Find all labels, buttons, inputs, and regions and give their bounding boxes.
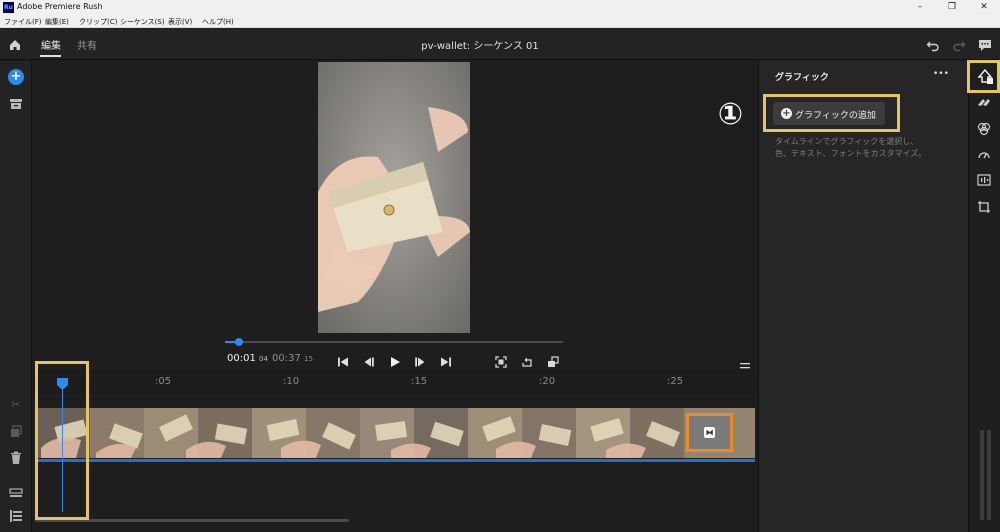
ruler-tick-5s: :05 [155,376,172,387]
ruler-tick-25s: :25 [667,376,684,387]
skip-to-start-icon[interactable] [337,353,349,367]
speed-icon[interactable] [976,148,992,164]
video-track-clip[interactable] [36,408,755,458]
duplicate-icon[interactable] [9,424,23,438]
video-preview [318,62,470,333]
menu-sequence[interactable]: シーケンス(S) [120,17,165,27]
add-media-icon[interactable]: + [8,69,24,85]
panel-menu-icon[interactable] [740,355,750,369]
highlight-graphics-icon [967,60,1000,93]
transitions-icon[interactable] [976,96,992,112]
menu-clip[interactable]: クリップ(C) [79,17,117,27]
trim-handle-icon: ⧓ [704,427,715,438]
step-forward-icon[interactable] [414,353,426,367]
timeline-ruler[interactable] [33,370,757,394]
tab-edit[interactable]: 編集 [41,37,61,52]
menu-help[interactable]: ヘルプ(H) [202,17,234,27]
scissors-icon[interactable]: ✂ [8,397,24,413]
ruler-tick-20s: :20 [539,376,556,387]
playback-scrub-handle[interactable] [235,338,243,346]
menu-bar: ファイル(F) 編集(E) クリップ(C) シーケンス(S) 表示(V) ヘルプ… [0,15,1000,28]
close-button[interactable]: ✕ [968,0,1000,15]
window-title: Adobe Premiere Rush [17,2,103,11]
active-tab-indicator [40,55,61,57]
crop-icon[interactable] [976,200,992,216]
feedback-icon[interactable] [978,37,992,51]
highlight-add-graphic [763,94,900,132]
project-assets-icon[interactable] [8,96,24,110]
ruler-tick-15s: :15 [411,376,428,387]
highlight-playhead [35,361,89,520]
trash-icon[interactable] [9,450,23,464]
panel-title: グラフィック [775,73,829,83]
skip-to-end-icon[interactable] [440,353,452,367]
panel-help-text: タイムラインでグラフィックを選択し、 色、テキスト、フォントをカスタマイズ。 [775,137,927,158]
app-header: 編集 共有 pv-wallet: シーケンス 01 [0,28,1000,60]
minimize-button[interactable]: – [904,0,936,15]
menu-file[interactable]: ファイル(F) [4,17,42,27]
menu-view[interactable]: 表示(V) [168,17,192,27]
more-options-icon[interactable]: ••• [933,69,949,79]
sequence-title: pv-wallet: シーケンス 01 [421,41,539,52]
audio-icon[interactable] [976,174,992,190]
track-control-icon[interactable] [9,484,23,497]
current-time: 00:01 04 [227,353,268,364]
title-bar: Ru Adobe Premiere Rush – ❐ ✕ [0,0,1000,15]
full-screen-icon[interactable] [547,353,559,367]
fit-frame-icon[interactable] [495,353,507,368]
play-icon[interactable] [389,353,401,367]
audio-meter-right [987,430,991,520]
premiere-rush-icon: Ru [3,2,14,13]
loop-icon[interactable] [521,353,533,367]
playback-scrub-track[interactable] [225,341,563,343]
selected-graphic-clip[interactable]: ⧓ [686,413,733,452]
clip-selection-bar [36,459,755,462]
track-list-icon[interactable] [9,508,23,522]
color-icon[interactable] [976,122,992,138]
menu-edit[interactable]: 編集(E) [45,17,69,27]
step-number-annotation: ① [717,97,744,132]
audio-meter-left [980,430,984,520]
duration-time: 00:37 15 [272,353,313,364]
step-back-icon[interactable] [363,353,375,367]
undo-icon[interactable] [926,37,940,52]
ruler-tick-10s: :10 [283,376,300,387]
home-icon[interactable] [8,37,22,51]
tab-share[interactable]: 共有 [77,37,97,52]
maximize-button[interactable]: ❐ [936,0,968,15]
redo-icon[interactable] [952,37,966,52]
